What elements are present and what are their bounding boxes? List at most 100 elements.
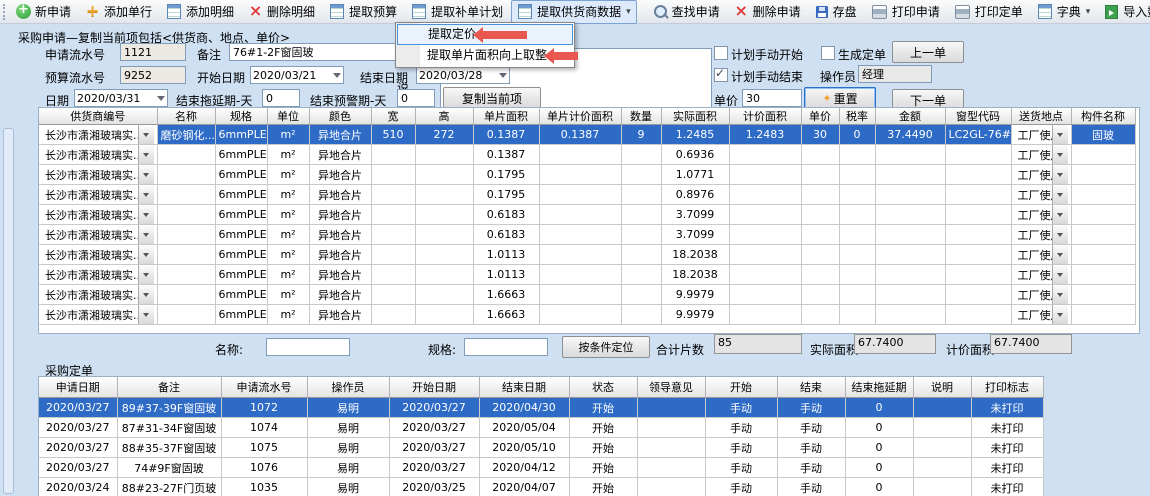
cell[interactable]: 手动	[777, 458, 845, 478]
cell[interactable]: 6mmPLE...	[215, 305, 267, 325]
cell[interactable]: 固玻	[1071, 245, 1135, 265]
column-header[interactable]: 名称	[157, 108, 215, 125]
cell[interactable]: 2020/03/27	[39, 418, 117, 438]
cell[interactable]: 272	[415, 185, 473, 205]
cell[interactable]: 易明	[307, 478, 389, 496]
column-header[interactable]: 金额	[875, 108, 945, 125]
column-header[interactable]: 送货地点	[1011, 108, 1071, 125]
cell[interactable]: 易明	[307, 458, 389, 478]
cell[interactable]: 钢化室内...	[157, 305, 215, 325]
cell[interactable]: 异地合片	[309, 225, 371, 245]
cell[interactable]: 磨砂钢化...	[157, 185, 215, 205]
cell[interactable]: 2020/04/12	[479, 458, 569, 478]
cell[interactable]: 0.6183	[473, 205, 539, 225]
cell[interactable]: 1272	[371, 285, 415, 305]
chevron-down-icon[interactable]	[138, 205, 154, 224]
column-header[interactable]: 规格	[215, 108, 267, 125]
cell[interactable]: 1.0770	[729, 165, 801, 185]
cell[interactable]: 工厂使用	[1011, 245, 1071, 265]
cell[interactable]: 钢化室内...	[157, 285, 215, 305]
cell[interactable]: 18.2034	[729, 265, 801, 285]
menu-item-extract-pricing[interactable]: 提取定价	[397, 24, 573, 45]
find-request-button[interactable]: 查找申请	[647, 0, 726, 24]
cell[interactable]: 30	[801, 125, 839, 145]
cell[interactable]: 1.6663	[473, 305, 539, 325]
cell[interactable]: 0.6183	[473, 225, 539, 245]
cell[interactable]: 6	[621, 305, 661, 325]
cell[interactable]: 2020/03/27	[39, 458, 117, 478]
column-header[interactable]: 申请日期	[39, 377, 117, 398]
cell[interactable]: 0.1795	[539, 165, 621, 185]
cell[interactable]	[637, 438, 705, 458]
cell[interactable]: LC48L-76#...	[945, 285, 1011, 305]
cell[interactable]: LC30R-76#...	[945, 225, 1011, 245]
cell[interactable]: 0.6183	[539, 205, 621, 225]
cell[interactable]: 272	[415, 145, 473, 165]
reset-button[interactable]: ✦重置	[804, 87, 876, 109]
cell[interactable]: 异地合片	[309, 125, 371, 145]
cell[interactable]: LC30L-76#...	[945, 205, 1011, 225]
cell[interactable]: 546.1020	[875, 245, 945, 265]
cell[interactable]: LC2R-76#-1F	[945, 145, 1011, 165]
cell[interactable]: 固玻	[1071, 305, 1135, 325]
cell[interactable]: 工厂使用	[1011, 265, 1071, 285]
cell[interactable]: 0	[845, 418, 913, 438]
chevron-down-icon[interactable]	[1052, 145, 1068, 164]
cell[interactable]: 0.1387	[539, 125, 621, 145]
cell[interactable]: 开始	[569, 398, 637, 418]
cell[interactable]: 18	[621, 245, 661, 265]
table-row[interactable]: 长沙市潇湘玻璃实...磨砂钢化...6mmPLE...m²异地合片6602720…	[39, 185, 1135, 205]
delete-request-button[interactable]: 删除申请	[728, 0, 807, 24]
cell[interactable]: 1.0113	[539, 245, 621, 265]
cell[interactable]: 6mmPLE...	[215, 245, 267, 265]
chevron-down-icon[interactable]	[138, 185, 154, 204]
column-header[interactable]: 领导意见	[637, 377, 705, 398]
dictionary-button[interactable]: 字典▾	[1031, 0, 1097, 24]
cell[interactable]: 2020/03/27	[39, 438, 117, 458]
cell[interactable]: 0	[845, 478, 913, 496]
start-date-picker[interactable]: 2020/03/21	[250, 66, 344, 84]
chevron-down-icon[interactable]	[1052, 205, 1068, 224]
cell[interactable]: 异地合片	[309, 145, 371, 165]
cell[interactable]: 6mmPLE...	[215, 265, 267, 285]
cell[interactable]: 1310	[415, 265, 473, 285]
cell[interactable]: 1.2483	[729, 125, 801, 145]
cell[interactable]: 30	[801, 185, 839, 205]
table-row[interactable]: 长沙市潇湘玻璃实...磨砂钢化...6mmPLE...m²异地合片6602720…	[39, 165, 1135, 185]
cell[interactable]: 未打印	[971, 458, 1043, 478]
prev-order-button[interactable]: 上一单	[892, 41, 964, 63]
cell[interactable]: 钢化室内...	[157, 265, 215, 285]
cell[interactable]: 长沙市潇湘玻璃实...	[39, 165, 157, 185]
menu-item-extract-area-round-up[interactable]: 提取单片面积向上取整	[397, 45, 573, 66]
cell[interactable]: 工厂使用	[1011, 145, 1071, 165]
cell[interactable]: 2020/03/27	[389, 398, 479, 418]
table-row[interactable]: 2020/03/2787#31-34F窗固玻1074易明2020/03/2720…	[39, 418, 1043, 438]
column-header[interactable]: 宽	[371, 108, 415, 125]
cell[interactable]: 660	[371, 185, 415, 205]
end-warn-field[interactable]	[397, 89, 435, 107]
cell[interactable]: 272	[415, 125, 473, 145]
cell[interactable]: 0.8976	[661, 185, 729, 205]
cell[interactable]: m²	[267, 165, 309, 185]
cell[interactable]: 长沙市潇湘玻璃实...	[39, 125, 157, 145]
cell[interactable]: 111.2940	[875, 205, 945, 225]
cell[interactable]: 30	[801, 265, 839, 285]
column-header[interactable]: 供货商编号	[39, 108, 157, 125]
cell[interactable]: 工厂使用	[1011, 125, 1071, 145]
cell[interactable]: 5	[621, 145, 661, 165]
cell[interactable]: 3.7099	[661, 225, 729, 245]
cell[interactable]: 1310	[415, 305, 473, 325]
column-header[interactable]: 高	[415, 108, 473, 125]
cell[interactable]: 3.7098	[729, 225, 801, 245]
cell[interactable]	[839, 225, 875, 245]
cell[interactable]	[913, 398, 971, 418]
cell[interactable]	[913, 458, 971, 478]
table-row[interactable]: 长沙市潇湘玻璃实...磨砂钢化...6mmPLE...m²异地合片5102720…	[39, 145, 1135, 165]
cell[interactable]: 固玻	[1071, 125, 1135, 145]
cell[interactable]: 工厂使用	[1011, 165, 1071, 185]
extract-budget-button[interactable]: 提取预算	[323, 0, 403, 24]
cell[interactable]: 开始	[569, 458, 637, 478]
table-row[interactable]: 长沙市潇湘玻璃实...钢化室内...6mmPLE...m²异地合片1272131…	[39, 285, 1135, 305]
cell[interactable]: 手动	[705, 398, 777, 418]
cell[interactable]	[839, 185, 875, 205]
